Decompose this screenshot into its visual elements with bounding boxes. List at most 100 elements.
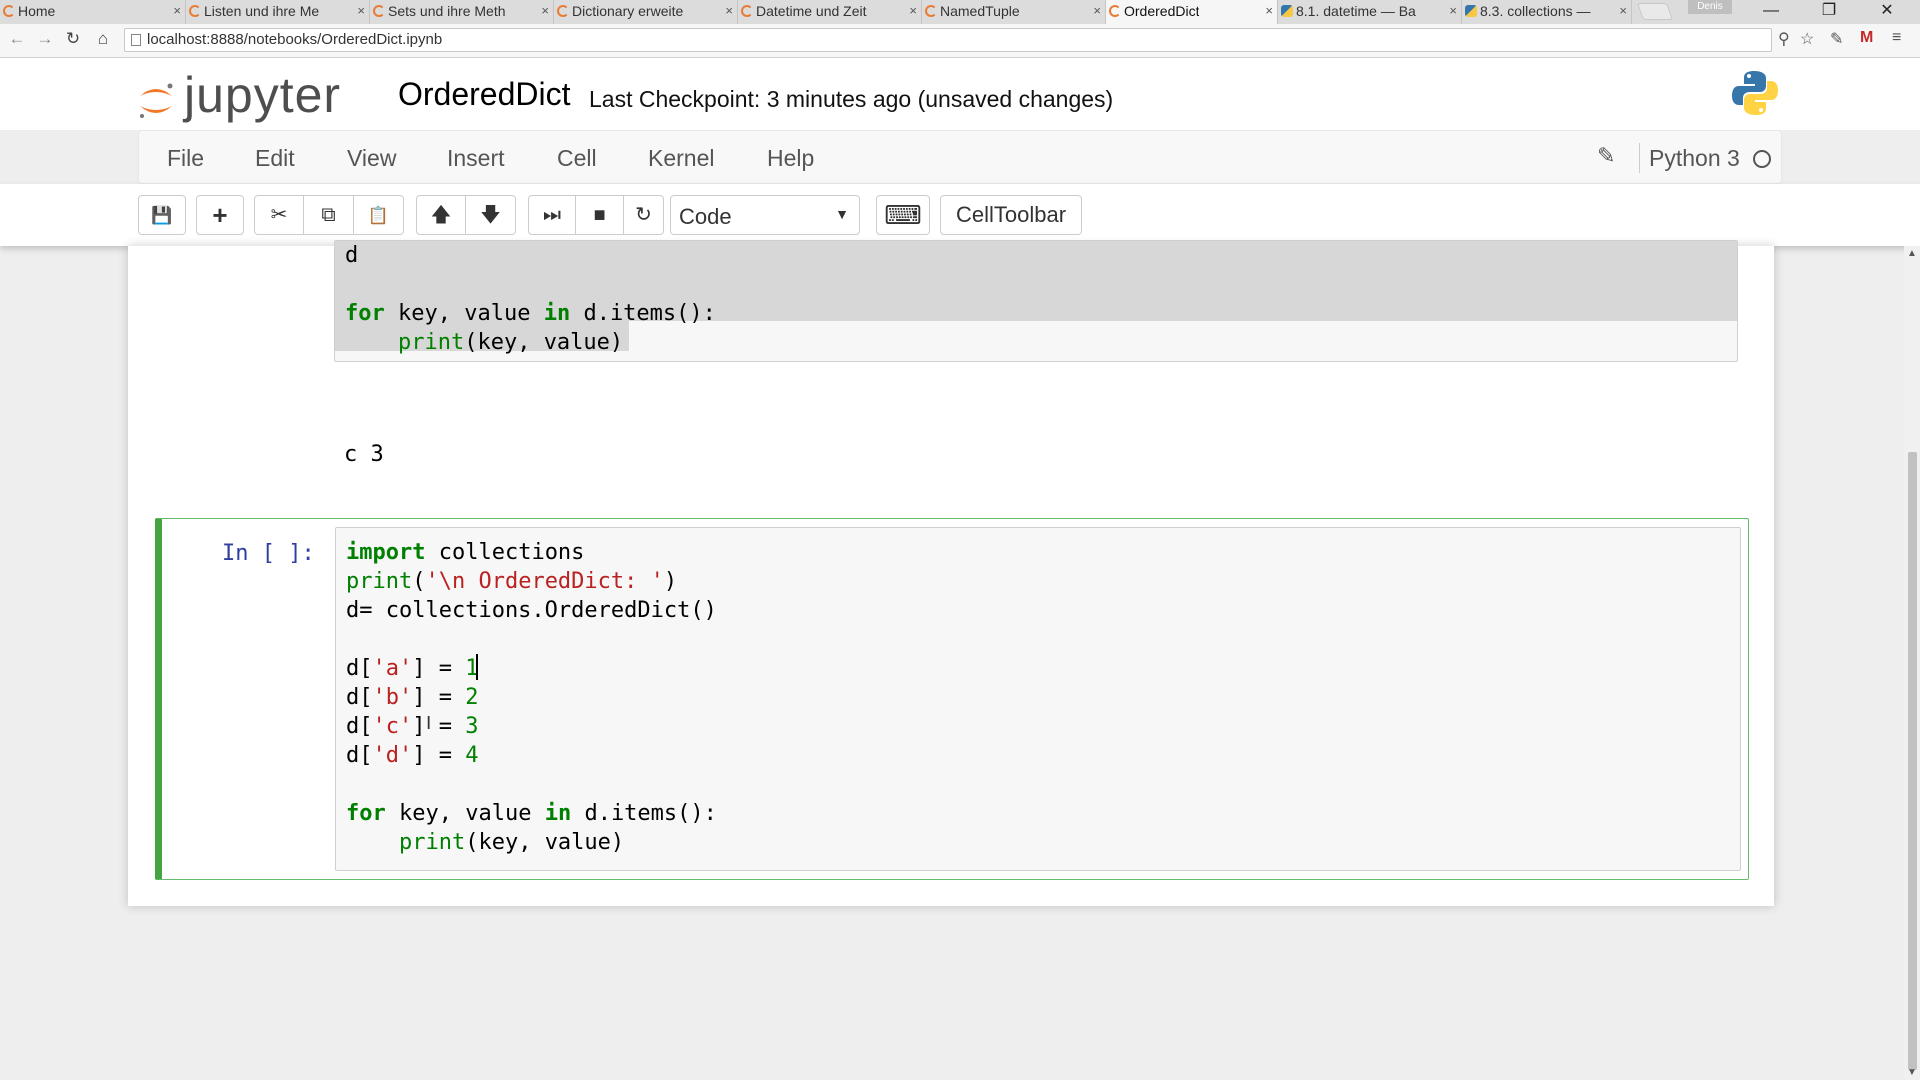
code-line: d['a'] = 1 xyxy=(346,656,479,681)
forward-icon[interactable]: → xyxy=(34,29,56,49)
code-cell-selected[interactable]: In [ ]: import collections print('\n Orde… xyxy=(155,518,1749,880)
menu-cell[interactable]: Cell xyxy=(557,145,597,172)
run-cell-button[interactable]: ⏭ xyxy=(528,195,576,235)
jupyter-logo-text: jupyter xyxy=(184,67,342,123)
save-button[interactable]: 💾 xyxy=(138,195,186,235)
paste-icon: 📋 xyxy=(367,206,390,225)
extension-icon[interactable]: ✎ xyxy=(1830,29,1843,49)
close-icon[interactable]: × xyxy=(909,0,917,22)
notebook-name[interactable]: OrderedDict xyxy=(398,76,571,113)
save-icon: 💾 xyxy=(151,206,173,225)
jupyter-logo[interactable]: jupyter xyxy=(136,66,376,126)
menu-insert[interactable]: Insert xyxy=(447,145,505,172)
notebook-toolbar: 💾 + ✂ ⧉ 📋 🡅 🡇 ⏭ ■ ↻ Code ▼ ⌨ CellToolbar xyxy=(0,184,1920,246)
jupyter-header: jupyter OrderedDict Last Checkpoint: 3 m… xyxy=(0,58,1920,130)
zoom-icon[interactable]: ⚲ xyxy=(1778,29,1790,49)
jupyter-logo-mark-icon xyxy=(140,83,173,118)
tab-label: Datetime und Zeit xyxy=(756,3,867,19)
gmail-extension-icon[interactable]: M xyxy=(1860,29,1873,47)
tab-home[interactable]: Home × xyxy=(0,0,186,24)
move-down-button[interactable]: 🡇 xyxy=(466,195,516,235)
plus-icon: + xyxy=(212,200,228,230)
move-up-button[interactable]: 🡅 xyxy=(416,195,466,235)
tab-sets[interactable]: Sets und ihre Meth × xyxy=(370,0,554,24)
tab-label: OrderedDict xyxy=(1124,3,1200,19)
close-icon[interactable]: × xyxy=(1619,0,1627,22)
menu-view[interactable]: View xyxy=(347,145,396,172)
new-tab-button[interactable] xyxy=(1636,3,1674,20)
code-editor[interactable]: d for key, value in d.items(): print(key… xyxy=(345,241,716,357)
notebook-container: d for key, value in d.items(): print(key… xyxy=(128,240,1774,906)
close-icon[interactable]: × xyxy=(725,0,733,22)
url-field[interactable]: localhost:8888/notebooks/OrderedDict.ipy… xyxy=(124,28,1772,52)
tab-label: 8.3. collections — xyxy=(1480,3,1591,19)
menu-file[interactable]: File xyxy=(167,145,204,172)
tab-datetime[interactable]: Datetime und Zeit × xyxy=(738,0,922,24)
menu-kernel[interactable]: Kernel xyxy=(648,145,714,172)
bookmark-star-icon[interactable]: ☆ xyxy=(1800,29,1814,49)
scissors-icon: ✂ xyxy=(270,204,288,226)
close-icon[interactable]: × xyxy=(173,0,181,22)
tab-label: Sets und ihre Meth xyxy=(388,3,506,19)
tab-dictionary[interactable]: Dictionary erweite × xyxy=(554,0,738,24)
scroll-up-icon[interactable]: ▲ xyxy=(1907,248,1917,259)
copy-button[interactable]: ⧉ xyxy=(304,195,354,235)
jupyter-tab-icon xyxy=(189,5,201,17)
scroll-down-icon[interactable]: ▼ xyxy=(1907,1067,1917,1078)
restore-button[interactable]: ❐ xyxy=(1806,0,1852,24)
tab-collections-docs[interactable]: 8.3. collections — × xyxy=(1462,0,1632,24)
interrupt-button[interactable]: ■ xyxy=(576,195,624,235)
back-icon[interactable]: ← xyxy=(6,29,28,49)
refresh-icon: ↻ xyxy=(635,204,652,226)
close-icon[interactable]: × xyxy=(1265,0,1273,22)
close-icon[interactable]: × xyxy=(1449,0,1457,22)
cell-type-select[interactable]: Code ▼ xyxy=(670,195,860,235)
close-icon[interactable]: × xyxy=(541,0,549,22)
browser-menu-icon[interactable]: ≡ xyxy=(1892,29,1901,47)
celltoolbar-button[interactable]: CellToolbar xyxy=(940,195,1082,235)
insert-cell-button[interactable]: + xyxy=(196,195,244,235)
kernel-idle-indicator-icon xyxy=(1753,150,1771,168)
pencil-icon: ✎ xyxy=(1597,143,1616,168)
code-editor[interactable]: import collections print('\n OrderedDict:… xyxy=(346,538,717,857)
minimize-button[interactable]: — xyxy=(1748,0,1794,24)
arrow-up-icon: 🡅 xyxy=(430,204,452,226)
close-icon[interactable]: × xyxy=(357,0,365,22)
kernel-name: Python 3 xyxy=(1649,145,1740,171)
code-line: print(key, value) xyxy=(398,830,625,855)
tab-label: Listen und ihre Me xyxy=(204,3,320,19)
previous-cell-input[interactable]: d for key, value in d.items(): print(key… xyxy=(334,240,1738,362)
menu-help[interactable]: Help xyxy=(767,145,814,172)
page-scrollbar[interactable]: ▲ ▼ xyxy=(1904,246,1920,1080)
ibeam-cursor-icon: I xyxy=(426,713,432,734)
home-icon[interactable]: ⌂ xyxy=(92,29,114,49)
reload-icon[interactable]: ↻ xyxy=(62,29,84,49)
code-line: d= collections.OrderedDict() xyxy=(346,598,717,623)
profile-badge[interactable]: Denis xyxy=(1688,0,1732,14)
address-bar: ← → ↻ ⌂ localhost:8888/notebooks/Ordered… xyxy=(0,24,1920,58)
scrollbar-thumb[interactable] xyxy=(1908,452,1917,1070)
tab-ordereddict[interactable]: OrderedDict × xyxy=(1106,0,1278,24)
celltoolbar-label: CellToolbar xyxy=(955,202,1067,227)
output-line: c 3 xyxy=(344,442,384,467)
input-prompt: In [ ]: xyxy=(222,541,315,566)
step-forward-icon: ⏭ xyxy=(543,204,561,226)
window-close-button[interactable]: ✕ xyxy=(1864,0,1910,24)
tab-datetime-docs[interactable]: 8.1. datetime — Ba × xyxy=(1278,0,1462,24)
tab-listen[interactable]: Listen und ihre Me × xyxy=(186,0,370,24)
code-line: import collections xyxy=(346,540,585,565)
cut-button[interactable]: ✂ xyxy=(254,195,304,235)
text-cursor xyxy=(476,654,478,680)
paste-button[interactable]: 📋 xyxy=(354,195,404,235)
jupyter-tab-icon xyxy=(3,5,15,17)
jupyter-tab-icon xyxy=(373,5,385,17)
menu-edit[interactable]: Edit xyxy=(255,145,295,172)
close-icon[interactable]: × xyxy=(1093,0,1101,22)
cell-input[interactable]: import collections print('\n OrderedDict:… xyxy=(335,527,1741,871)
python-tab-icon xyxy=(1465,5,1477,17)
keyboard-icon: ⌨ xyxy=(884,200,922,230)
restart-kernel-button[interactable]: ↻ xyxy=(624,195,664,235)
tab-namedtuple[interactable]: NamedTuple × xyxy=(922,0,1106,24)
command-palette-button[interactable]: ⌨ xyxy=(876,195,930,235)
